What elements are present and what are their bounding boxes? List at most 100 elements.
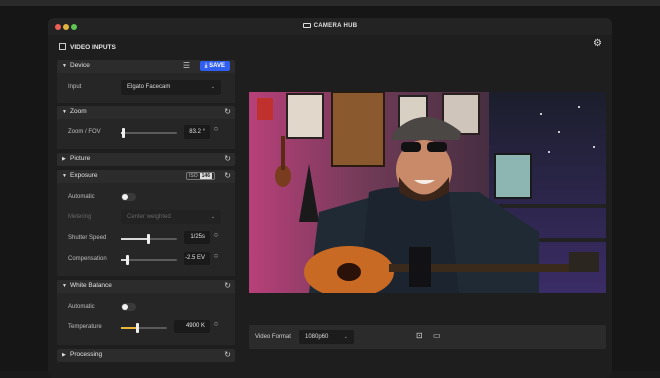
collapse-triangle-icon: ▼ [62,173,67,179]
compensation-label: Compensation [68,256,107,262]
input-dropdown[interactable]: Elgato Facecam ⌄ [121,80,221,95]
exposure-section-header[interactable]: ▼ Exposure ISO 146 ↻ [57,170,235,182]
expand-triangle-icon: ▶ [62,156,66,162]
chevron-down-icon: ⌄ [210,84,215,90]
reset-icon[interactable]: ↻ [224,171,231,181]
picture-section: ▶ Picture ↻ [57,153,235,166]
exposure-section: ▼ Exposure ISO 146 ↻ Automatic Metering C… [57,170,235,276]
wb-automatic-label: Automatic [68,304,95,310]
iso-badge-label: ISO [189,173,198,179]
chevron-down-icon: ⌄ [210,214,215,220]
processing-section-header[interactable]: ▶ Processing ↻ [57,349,235,361]
bottom-toolbar: Video Format 1080p60 ⌄ ⊡ ▭ [249,325,606,349]
device-section-label: Device [70,62,90,69]
video-inputs-title: VIDEO INPUTS [70,44,116,51]
folder-icon[interactable]: ▭ [433,331,441,340]
shutter-speed-stepper[interactable]: ︿ ﹀ [212,230,220,240]
shutter-speed-slider-thumb[interactable] [146,234,150,244]
wb-automatic-toggle[interactable] [121,303,136,311]
compensation-value-field[interactable]: -2.5 EV [184,252,210,265]
camera-icon [302,22,311,28]
temperature-slider-fill [121,327,138,329]
window-title: CAMERA HUB [48,18,612,35]
collapse-triangle-icon: ▼ [62,63,67,69]
zoom-stepper[interactable]: ︿ ﹀ [212,124,220,134]
video-inputs-header: VIDEO INPUTS [59,42,116,54]
white-balance-section: ▼ White Balance ↻ Automatic Temperature … [57,280,235,345]
exposure-automatic-label: Automatic [68,194,95,200]
input-label: Input [68,84,82,90]
collapse-triangle-icon: ▼ [62,283,67,289]
processing-section: ▶ Processing ↻ [57,349,235,362]
compensation-slider-thumb[interactable] [125,255,129,265]
video-format-dropdown[interactable]: 1080p60 ⌄ [299,330,354,344]
temperature-slider[interactable] [121,323,167,333]
picture-section-header[interactable]: ▶ Picture ↻ [57,153,235,165]
expand-triangle-icon: ▶ [62,352,66,358]
device-section-body: Input Elgato Facecam ⌄ [57,73,235,103]
sidebar-panel-icon [59,43,66,50]
stepper-down-icon[interactable]: ﹀ [212,256,220,261]
input-dropdown-value: Elgato Facecam [127,84,171,90]
compensation-stepper[interactable]: ︿ ﹀ [212,251,220,261]
zoom-section-body: Zoom / FOV 83.2 ° ︿ ﹀ [57,119,235,149]
reset-icon[interactable]: ↻ [224,281,231,291]
desktop: CAMERA HUB VIDEO INPUTS ⚙ ▼ Device ☰ ⤓ S… [0,0,660,378]
stepper-down-icon[interactable]: ﹀ [212,129,220,134]
device-section: ▼ Device ☰ ⤓ SAVE Input Elgato Facecam ⌄ [57,60,235,103]
metering-dropdown-value: Center weighted [127,214,171,220]
reset-icon[interactable]: ↻ [224,154,231,164]
zoom-fov-label: Zoom / FOV [68,129,101,135]
processing-section-label: Processing [70,351,103,358]
video-preview [249,92,606,293]
collapse-triangle-icon: ▼ [62,109,67,115]
white-balance-section-label: White Balance [70,282,112,289]
temperature-value-field[interactable]: 4900 K [174,320,210,333]
zoom-section-label: Zoom [70,108,87,115]
exposure-section-body: Automatic Metering Center weighted ⌄ Shut… [57,183,235,276]
toggle-knob [122,194,128,200]
exposure-automatic-toggle[interactable] [121,193,136,201]
device-section-header[interactable]: ▼ Device ☰ ⤓ SAVE [57,60,235,72]
title-bar: CAMERA HUB [48,18,612,35]
video-format-label: Video Format [255,334,291,340]
iso-badge: ISO 146 [186,172,215,180]
zoom-slider-thumb[interactable] [121,128,125,138]
metering-label: Metering [68,214,92,220]
reset-icon[interactable]: ↻ [224,350,231,360]
zoom-slider[interactable] [121,128,177,138]
iso-badge-value: 146 [199,173,212,179]
video-format-value: 1080p60 [305,334,329,340]
video-preview-image [249,92,606,293]
shutter-speed-slider-fill [121,238,148,240]
zoom-section-header[interactable]: ▼ Zoom ↻ [57,106,235,118]
save-button-label: SAVE [209,63,225,69]
settings-panel: ▼ Device ☰ ⤓ SAVE Input Elgato Facecam ⌄ … [57,60,235,378]
temperature-slider-thumb[interactable] [136,323,140,333]
exposure-section-label: Exposure [70,172,98,179]
white-balance-section-body: Automatic Temperature 4900 K ︿ ﹀ [57,293,235,345]
chevron-down-icon: ⌄ [343,334,348,340]
shutter-speed-slider[interactable] [121,234,177,244]
stepper-down-icon[interactable]: ﹀ [212,324,220,329]
reset-icon[interactable]: ↻ [224,107,231,117]
download-icon: ⤓ [204,63,208,69]
app-window: CAMERA HUB VIDEO INPUTS ⚙ ▼ Device ☰ ⤓ S… [48,18,612,378]
gear-icon[interactable]: ⚙ [593,38,602,49]
shutter-speed-value-field[interactable]: 1/25s [184,231,210,244]
screenshot-icon[interactable]: ⊡ [416,331,423,340]
temperature-stepper[interactable]: ︿ ﹀ [212,319,220,329]
toggle-knob [122,304,128,310]
white-balance-section-header[interactable]: ▼ White Balance ↻ [57,280,235,292]
compensation-slider[interactable] [121,255,177,265]
metering-dropdown[interactable]: Center weighted ⌄ [121,210,221,224]
sliders-icon[interactable]: ☰ [183,61,190,71]
shutter-speed-label: Shutter Speed [68,235,107,241]
stepper-down-icon[interactable]: ﹀ [212,235,220,240]
desktop-top-bar [0,0,660,6]
picture-section-label: Picture [70,155,91,162]
save-button[interactable]: ⤓ SAVE [199,61,230,71]
zoom-value-field[interactable]: 83.2 ° [184,125,210,139]
zoom-section: ▼ Zoom ↻ Zoom / FOV 83.2 ° ︿ ﹀ [57,106,235,149]
window-title-text: CAMERA HUB [313,23,358,29]
